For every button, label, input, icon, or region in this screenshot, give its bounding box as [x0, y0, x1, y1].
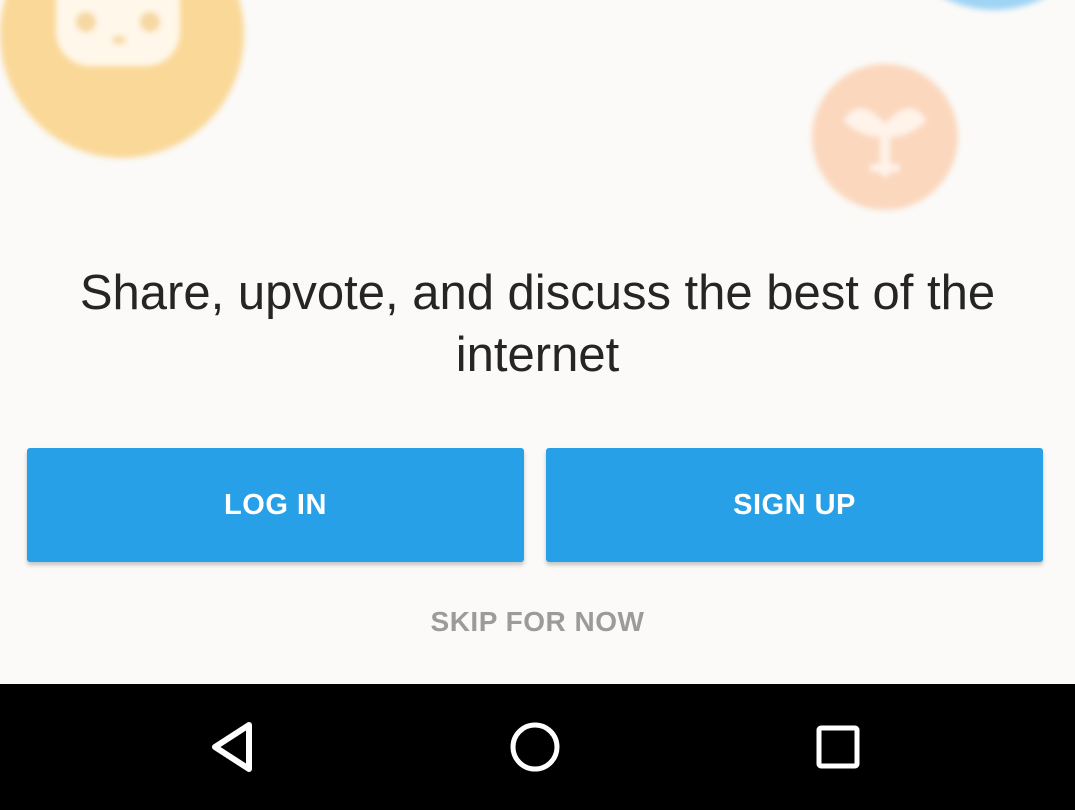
plant-avatar-icon: [812, 64, 958, 210]
signup-button[interactable]: SIGN UP: [546, 448, 1043, 562]
cat-face: [56, 0, 180, 66]
home-button[interactable]: [500, 712, 570, 782]
cat-nose: [112, 36, 126, 44]
cat-eye-right: [140, 12, 160, 32]
back-triangle-icon: [212, 722, 252, 772]
android-navigation-bar: [0, 684, 1075, 810]
back-button[interactable]: [197, 712, 267, 782]
welcome-screen: Share, upvote, and discuss the best of t…: [0, 0, 1075, 684]
tagline: Share, upvote, and discuss the best of t…: [79, 266, 996, 382]
cat-avatar-icon: [0, 0, 244, 158]
cat-eye-left: [76, 12, 96, 32]
login-button[interactable]: LOG IN: [27, 448, 524, 562]
home-circle-icon: [510, 722, 560, 772]
skip-for-now-link[interactable]: SKIP FOR NOW: [0, 602, 1075, 642]
blue-avatar-icon: [902, 0, 1075, 10]
recents-button[interactable]: [803, 712, 873, 782]
recents-square-icon: [816, 725, 860, 769]
plant-glyph: [812, 82, 958, 203]
